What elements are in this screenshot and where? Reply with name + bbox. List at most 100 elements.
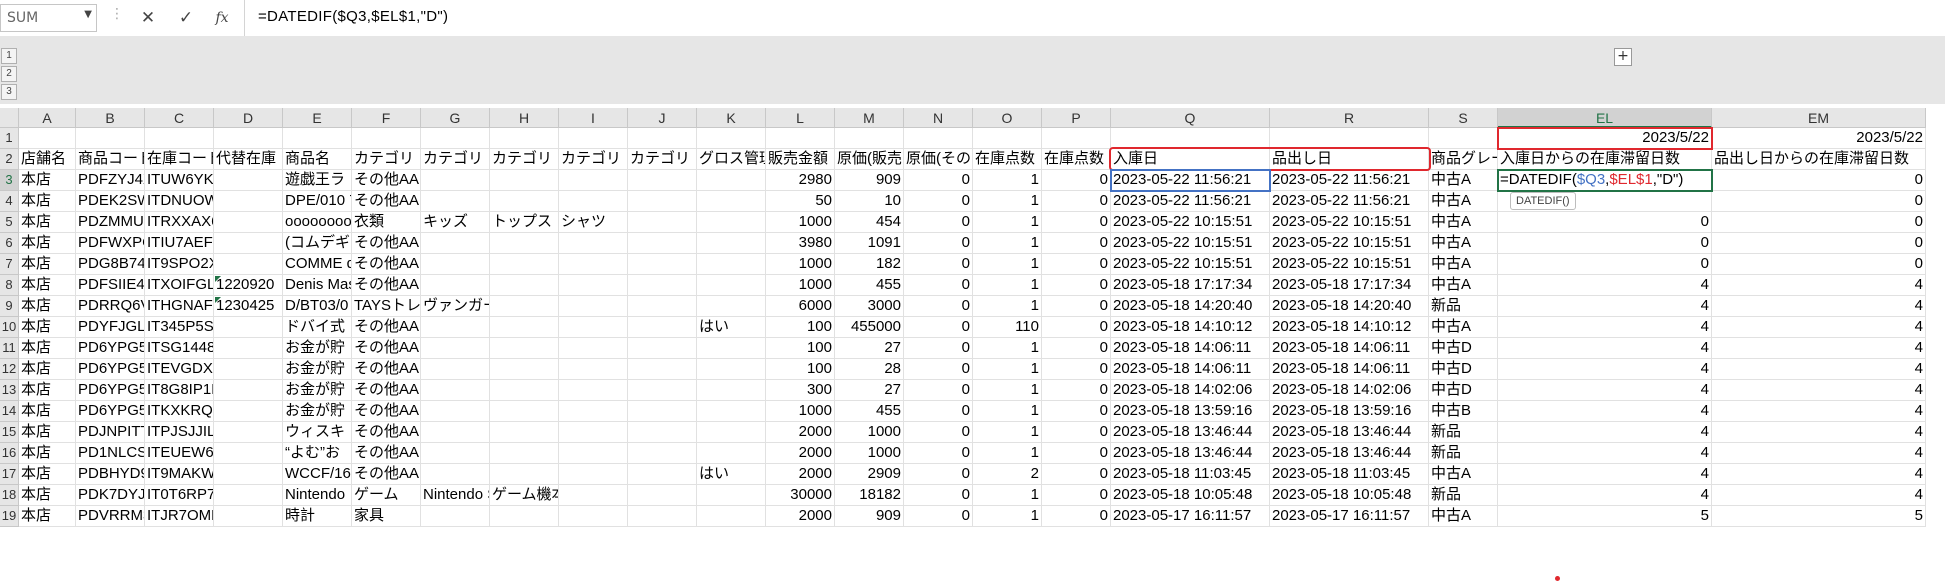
cell[interactable] [214, 170, 283, 191]
cell[interactable]: ドバイ式 [283, 317, 352, 338]
cell[interactable]: PD6YPG5T [76, 338, 145, 359]
cell[interactable]: 0 [1042, 191, 1111, 212]
header-cell[interactable]: 商品グレード [1429, 149, 1498, 170]
cell[interactable] [214, 338, 283, 359]
cell[interactable] [490, 506, 559, 527]
cell[interactable]: 本店 [19, 212, 76, 233]
cell[interactable] [697, 485, 766, 506]
cell[interactable] [421, 443, 490, 464]
cancel-x-icon[interactable]: ✕ [133, 5, 163, 31]
cell[interactable] [559, 170, 628, 191]
cell[interactable]: 1091 [835, 233, 904, 254]
cell[interactable]: ヴァンガード [421, 296, 490, 317]
header-cell[interactable]: カテゴリ [490, 149, 559, 170]
header-cell[interactable]: 品出し日からの在庫滞留日数 [1712, 149, 1926, 170]
expand-columns-button[interactable]: + [1614, 48, 1632, 66]
header-cell[interactable]: 商品名 [283, 149, 352, 170]
cell[interactable]: 中古A [1429, 191, 1498, 212]
cell[interactable]: 5 [1498, 506, 1712, 527]
cell[interactable]: 4 [1712, 485, 1926, 506]
cell[interactable]: 27 [835, 338, 904, 359]
cell[interactable]: 10 [835, 191, 904, 212]
cell[interactable] [628, 254, 697, 275]
cell[interactable] [1111, 128, 1270, 149]
cell[interactable]: 2000 [766, 422, 835, 443]
cell[interactable] [214, 359, 283, 380]
cell[interactable] [214, 380, 283, 401]
cell[interactable]: 0 [904, 191, 973, 212]
column-header-j[interactable]: J [628, 108, 697, 128]
cell[interactable]: 1 [973, 191, 1042, 212]
outline-level-2-button[interactable]: 2 [1, 66, 17, 82]
cell[interactable] [76, 128, 145, 149]
cell[interactable]: PDFWXPC [76, 233, 145, 254]
header-cell[interactable]: 在庫コード [145, 149, 214, 170]
cell[interactable]: 中古D [1429, 338, 1498, 359]
cell[interactable] [421, 275, 490, 296]
cell[interactable]: はい [697, 464, 766, 485]
row-header[interactable]: 4 [0, 191, 19, 212]
cell[interactable]: ウィスキ [283, 422, 352, 443]
cell[interactable]: 2023-05-18 13:46:44 [1111, 422, 1270, 443]
cell[interactable]: 4 [1498, 296, 1712, 317]
cell[interactable]: ITSG1448NPP0 [145, 338, 214, 359]
cell[interactable]: 2000 [766, 506, 835, 527]
cell[interactable]: DPE/010 7 [283, 191, 352, 212]
cell[interactable]: PD6YPG5T [76, 359, 145, 380]
cell[interactable] [490, 464, 559, 485]
header-cell[interactable]: 在庫点数 [1042, 149, 1111, 170]
column-header-k[interactable]: K [697, 108, 766, 128]
cell[interactable]: 50 [766, 191, 835, 212]
cell[interactable] [490, 338, 559, 359]
cell[interactable]: 1 [973, 233, 1042, 254]
cell[interactable]: PD1NLCSE [76, 443, 145, 464]
cell[interactable] [559, 485, 628, 506]
cell[interactable]: 本店 [19, 485, 76, 506]
cell[interactable]: Denis Mas [283, 275, 352, 296]
cell[interactable]: 中古A [1429, 464, 1498, 485]
cell[interactable]: お金が貯 [283, 338, 352, 359]
cell[interactable] [628, 170, 697, 191]
cell[interactable]: 本店 [19, 443, 76, 464]
cell[interactable]: 2 [973, 464, 1042, 485]
cell[interactable] [628, 317, 697, 338]
cell[interactable] [697, 128, 766, 149]
cell[interactable] [697, 422, 766, 443]
column-header-a[interactable]: A [19, 108, 76, 128]
cell[interactable]: 本店 [19, 254, 76, 275]
cell[interactable] [1042, 128, 1111, 149]
cell[interactable]: PDJNPITTL [76, 422, 145, 443]
cell[interactable]: 4 [1498, 464, 1712, 485]
cell[interactable]: ITPJSJJILU0 [145, 422, 214, 443]
cell[interactable] [214, 401, 283, 422]
cell[interactable]: 0 [904, 506, 973, 527]
cell[interactable] [490, 443, 559, 464]
cell[interactable]: その他AA [352, 464, 421, 485]
cell[interactable]: 0 [904, 422, 973, 443]
cell[interactable]: 0 [1042, 275, 1111, 296]
cell[interactable] [697, 254, 766, 275]
cell[interactable]: 本店 [19, 317, 76, 338]
formula-input[interactable]: =DATEDIF($Q3,$EL$1,"D") [258, 8, 448, 25]
cell[interactable]: 2023-05-18 10:05:48 [1111, 485, 1270, 506]
cell[interactable]: 909 [835, 170, 904, 191]
cell[interactable] [697, 380, 766, 401]
cell[interactable] [697, 191, 766, 212]
cell[interactable] [214, 128, 283, 149]
cell[interactable]: 0 [1042, 485, 1111, 506]
column-header-b[interactable]: B [76, 108, 145, 128]
cell[interactable]: 4 [1498, 317, 1712, 338]
cell[interactable] [490, 422, 559, 443]
cell[interactable]: 0 [1712, 170, 1926, 191]
cell[interactable] [628, 191, 697, 212]
cell[interactable] [628, 296, 697, 317]
cell[interactable] [214, 317, 283, 338]
cell[interactable] [421, 338, 490, 359]
cell[interactable]: 2023-05-18 14:06:11 [1270, 359, 1429, 380]
cell[interactable] [1270, 128, 1429, 149]
cell[interactable] [697, 443, 766, 464]
cell[interactable]: 1000 [766, 401, 835, 422]
cell[interactable]: 3980 [766, 233, 835, 254]
cell[interactable]: 2023-05-22 10:15:51 [1111, 233, 1270, 254]
cell[interactable]: WCCF/16- [283, 464, 352, 485]
